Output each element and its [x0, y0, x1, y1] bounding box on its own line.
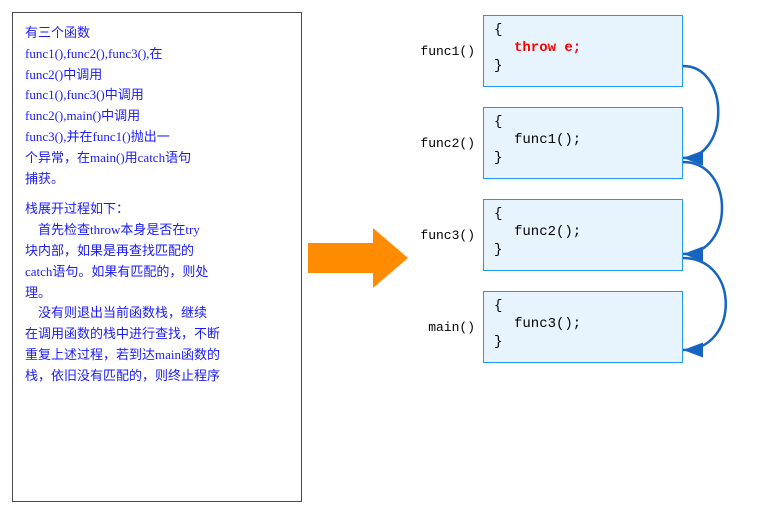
func3-row: func3() { func2(); } [415, 199, 745, 271]
main-box: { func3(); } [483, 291, 683, 363]
func2-code: func1(); [494, 130, 672, 150]
main-close-brace: } [494, 334, 672, 350]
func2-open-brace: { [494, 114, 672, 130]
func3-open-brace: { [494, 206, 672, 222]
func1-close-brace: } [494, 58, 672, 74]
func1-row: func1() { throw e; } [415, 15, 745, 87]
func2-row: func2() { func1(); } [415, 107, 745, 179]
func2-close-brace: } [494, 150, 672, 166]
main-call: func3(); [514, 316, 581, 332]
paragraph-2: 栈展开过程如下： 首先检查throw本身是否在try 块内部，如果是再查找匹配的… [25, 199, 289, 386]
func1-box: { throw e; } [483, 15, 683, 87]
func3-box: { func2(); } [483, 199, 683, 271]
func3-label: func3() [415, 228, 483, 243]
func1-code: throw e; [494, 38, 672, 58]
func2-box: { func1(); } [483, 107, 683, 179]
main-arrow [308, 228, 408, 288]
paragraph-1: 有三个函数 func1(),func2(),func3(),在 func2()中… [25, 23, 289, 189]
main-label: main() [415, 320, 483, 335]
func2-call: func1(); [514, 132, 581, 148]
func3-code: func2(); [494, 222, 672, 242]
description-panel: 有三个函数 func1(),func2(),func3(),在 func2()中… [12, 12, 302, 502]
throw-keyword: throw e; [514, 40, 581, 56]
main-row: main() { func3(); } [415, 291, 745, 363]
main-open-brace: { [494, 298, 672, 314]
function-stack: func1() { throw e; } func2() { func1(); … [415, 15, 745, 383]
func3-call: func2(); [514, 224, 581, 240]
func1-open-brace: { [494, 22, 672, 38]
func3-close-brace: } [494, 242, 672, 258]
func1-label: func1() [415, 44, 483, 59]
main-code: func3(); [494, 314, 672, 334]
func2-label: func2() [415, 136, 483, 151]
